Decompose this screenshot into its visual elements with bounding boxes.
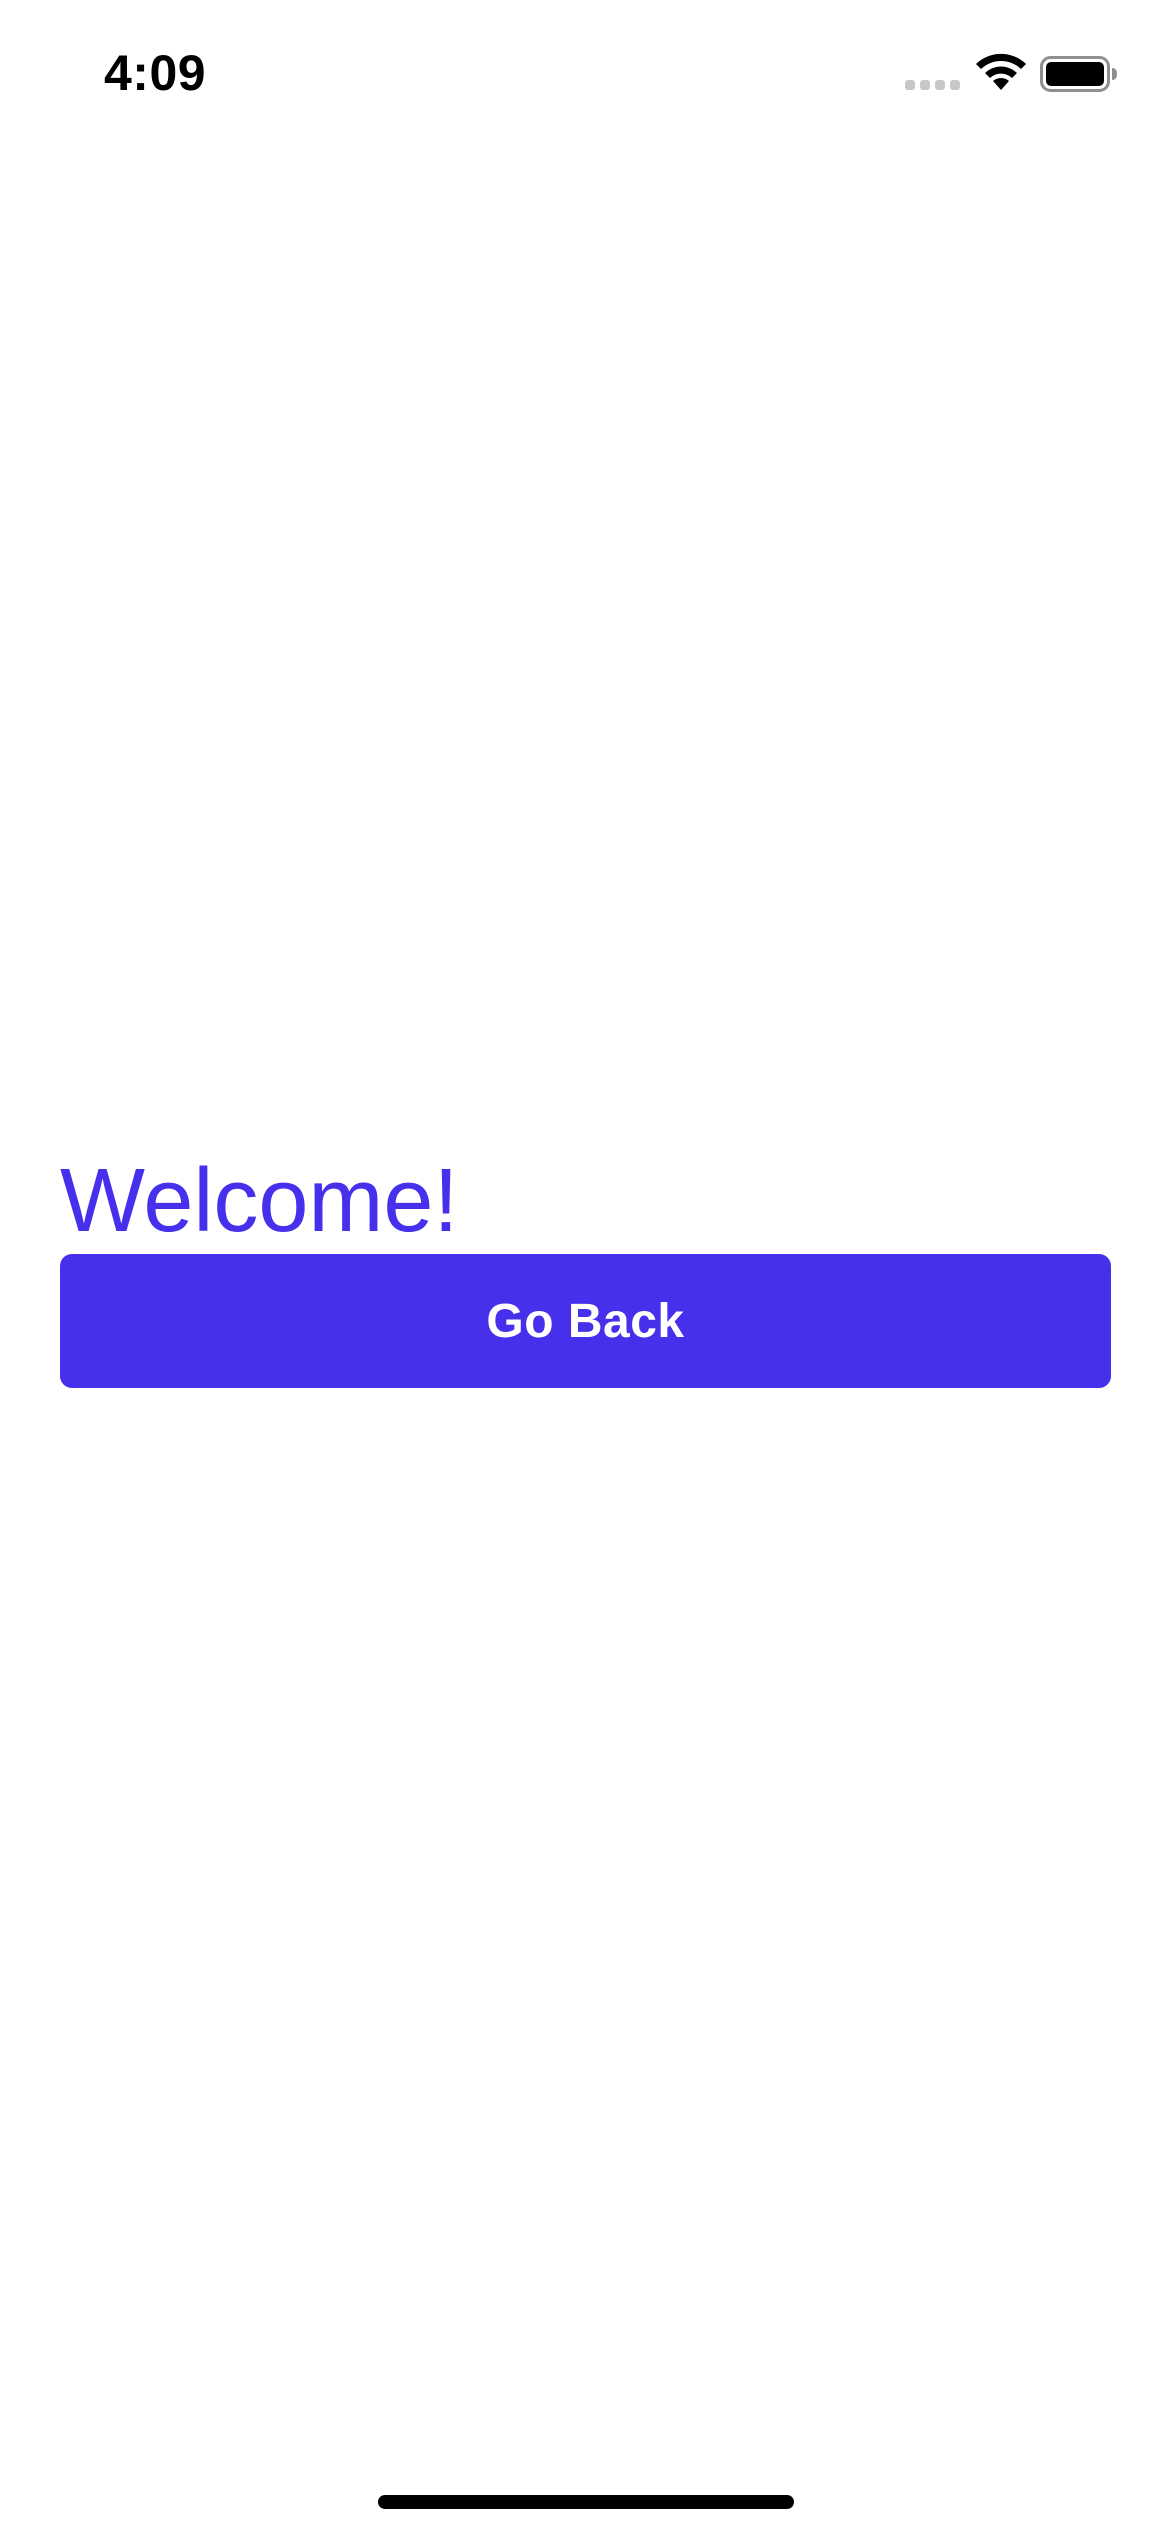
status-time: 4:09	[104, 45, 207, 101]
cellular-signal-icon	[905, 80, 960, 90]
battery-icon	[1040, 56, 1117, 92]
welcome-title: Welcome!	[60, 1151, 459, 1251]
home-indicator[interactable]	[378, 2495, 794, 2509]
wifi-icon	[976, 53, 1026, 90]
app-screen: 4:09 Welcome! Go Back	[0, 0, 1170, 2532]
go-back-button[interactable]: Go Back	[60, 1254, 1111, 1388]
status-bar: 4:09	[0, 0, 1170, 150]
go-back-label: Go Back	[486, 1294, 685, 1348]
